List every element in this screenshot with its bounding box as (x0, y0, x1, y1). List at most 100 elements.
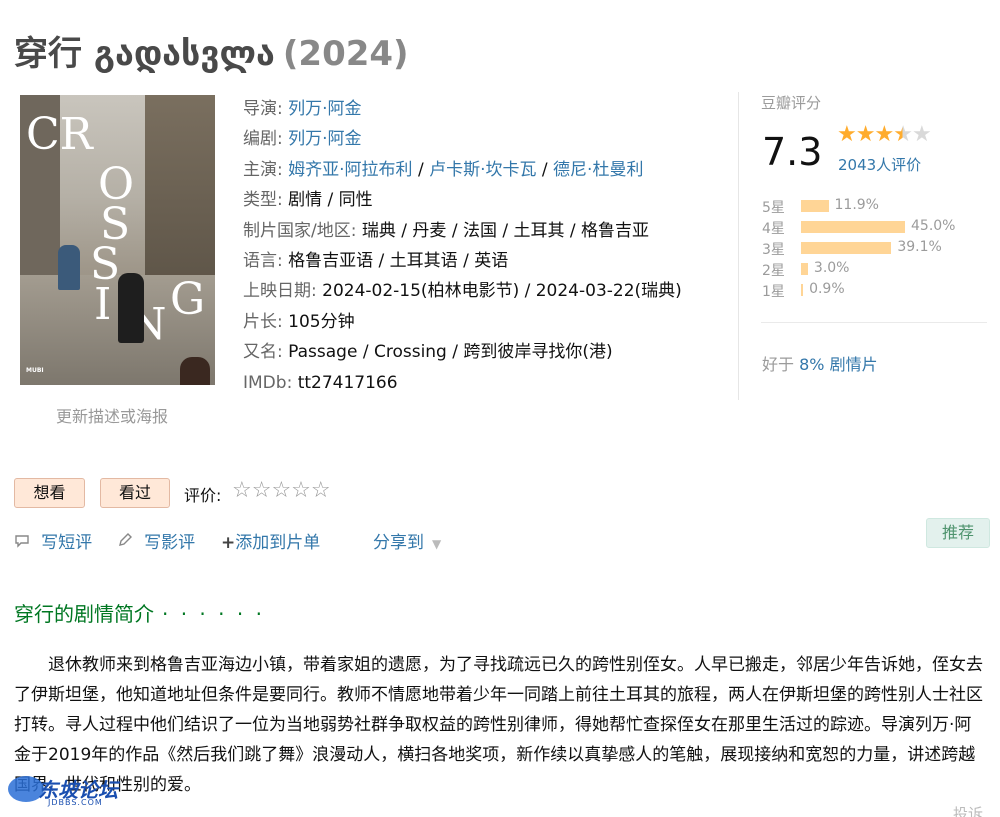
short-review-action[interactable]: 写短评 (14, 528, 92, 553)
share-link[interactable]: 分享到 (373, 533, 424, 553)
better-than-prefix: 好于 (762, 355, 800, 374)
aka-value: Passage / Crossing / 跨到彼岸寻找你(港) (288, 342, 613, 363)
rating-count-link[interactable]: 2043人评价 (838, 154, 921, 175)
histogram-label: 5星 (762, 200, 785, 216)
cast-separator: / (412, 159, 430, 180)
cast-separator: / (536, 159, 554, 180)
plus-icon: + (221, 533, 236, 553)
info-writer: 编剧: 列万·阿金 (243, 124, 738, 154)
rating-label: 豆瓣评分 (761, 94, 822, 112)
review-action[interactable]: 写影评 (117, 528, 195, 553)
better-than: 好于 8% 剧情片 (762, 351, 878, 375)
histogram-percent: 0.9% (809, 281, 845, 297)
add-to-list-link[interactable]: 添加到片单 (235, 533, 320, 553)
histogram-percent: 45.0% (911, 218, 956, 234)
rating-stars: ★★★★★ (837, 122, 932, 147)
cast-link-3[interactable]: 德尼·杜曼利 (553, 160, 643, 180)
histogram-label: 1星 (762, 284, 785, 300)
release-value: 2024-02-15(柏林电影节) / 2024-03-22(瑞典) (322, 281, 682, 302)
histogram-row-3: 3星 39.1% (762, 238, 962, 259)
language-value: 格鲁吉亚语 / 土耳其语 / 英语 (288, 251, 509, 272)
info-language: 语言: 格鲁吉亚语 / 土耳其语 / 英语 (243, 246, 738, 276)
histogram-percent: 3.0% (813, 260, 850, 276)
histogram-percent: 11.9% (834, 197, 879, 213)
update-poster-link[interactable]: 更新描述或海报 (56, 403, 168, 427)
want-to-watch-button[interactable]: 想看 (14, 478, 85, 508)
poster-building-right (145, 95, 215, 285)
info-country: 制片国家/地区: 瑞典 / 丹麦 / 法国 / 土耳其 / 格鲁吉亚 (243, 216, 738, 246)
movie-title: 穿行 გადასვლა (14, 34, 275, 74)
synopsis-dots: · · · · · · (162, 602, 265, 626)
star-empty-icon: ★ (911, 122, 932, 147)
histogram-bar (801, 242, 892, 254)
runtime-label: 片长: (243, 311, 283, 332)
country-value: 瑞典 / 丹麦 / 法国 / 土耳其 / 格鲁吉亚 (361, 220, 650, 241)
recommend-button[interactable]: 推荐 (926, 518, 990, 548)
runtime-value: 105分钟 (288, 311, 355, 332)
histogram-label: 4星 (762, 221, 785, 237)
synopsis-title: 穿行的剧情简介 (14, 602, 154, 626)
rate-stars-input[interactable]: ☆☆☆☆☆ (232, 478, 331, 503)
info-genre: 类型: 剧情 / 同性 (243, 185, 738, 215)
cast-link-2[interactable]: 卢卡斯·坎卡瓦 (429, 160, 536, 180)
info-imdb: IMDb: tt27417166 (243, 368, 738, 398)
star-full-icon: ★ (874, 122, 894, 147)
page-title: 穿行 გადასვლა (2024) (14, 26, 409, 75)
imdb-value: tt27417166 (297, 372, 398, 393)
histogram-label: 2星 (762, 263, 785, 279)
caret-down-icon: ▼ (432, 537, 442, 551)
poster-figure-woman (118, 273, 144, 343)
info-director: 导演: 列万·阿金 (243, 94, 738, 124)
rating-histogram: 5星 11.9% 4星 45.0% 3星 39.1% 2星 3.0% 1星 0.9% (762, 196, 962, 301)
histogram-row-1: 1星 0.9% (762, 280, 962, 301)
info-aka: 又名: Passage / Crossing / 跨到彼岸寻找你(港) (243, 337, 738, 367)
site-watermark: 东坡论坛 JDBBS.COM (8, 772, 132, 812)
watermark-subtext: JDBBS.COM (48, 798, 103, 807)
writer-link[interactable]: 列万·阿金 (288, 129, 361, 149)
histogram-row-5: 5星 11.9% (762, 196, 962, 217)
country-label: 制片国家/地区: (243, 220, 357, 241)
histogram-bar (801, 263, 808, 275)
info-release: 上映日期: 2024-02-15(柏林电影节) / 2024-03-22(瑞典) (243, 276, 738, 306)
imdb-label: IMDb: (243, 372, 293, 393)
movie-info: 导演: 列万·阿金 编剧: 列万·阿金 主演: 姆齐亚·阿拉布利 / 卢卡斯·坎… (243, 94, 738, 398)
release-label: 上映日期: (243, 281, 317, 302)
histogram-percent: 39.1% (897, 239, 942, 255)
better-than-link[interactable]: 8% 剧情片 (799, 355, 877, 374)
pencil-icon (117, 533, 138, 552)
review-link[interactable]: 写影评 (144, 533, 195, 553)
histogram-label: 3星 (762, 242, 785, 258)
poster-title-letters-7: G (170, 274, 206, 325)
director-link[interactable]: 列万·阿金 (288, 99, 361, 119)
report-link[interactable]: 投诉 (953, 803, 983, 817)
short-review-link[interactable]: 写短评 (41, 533, 92, 553)
poster-figure-boy (58, 245, 80, 290)
poster-studio-logo: MUBI (26, 367, 44, 374)
synopsis-text: 退休教师来到格鲁吉亚海边小镇，带着家姐的遗愿，为了寻找疏远已久的跨性别侄女。人早… (14, 655, 983, 795)
histogram-bar (801, 284, 804, 296)
poster-title-letters-5: I (94, 279, 112, 330)
rating-score: 7.3 (762, 130, 823, 174)
aka-label: 又名: (243, 342, 283, 363)
share-action[interactable]: 分享到 ▼ (373, 528, 441, 553)
rating-panel: 豆瓣评分 7.3 ★★★★★ 2043人评价 5星 11.9% 4星 45.0% 3… (738, 92, 987, 400)
star-full-icon: ★ (855, 122, 876, 147)
speech-bubble-icon (14, 533, 35, 552)
movie-poster[interactable]: CR O S S I N G MUBI (20, 95, 215, 385)
watched-button[interactable]: 看过 (100, 478, 170, 508)
star-full-icon: ★ (837, 122, 857, 147)
director-label: 导演: (243, 99, 283, 119)
add-to-list-action[interactable]: +添加到片单 (221, 528, 320, 553)
poster-title-letters-1: CR (26, 109, 93, 160)
cast-link-1[interactable]: 姆齐亚·阿拉布利 (288, 160, 412, 180)
histogram-bar (801, 221, 905, 233)
genre-label: 类型: (243, 190, 283, 211)
cast-label: 主演: (243, 159, 283, 180)
rating-divider (761, 322, 987, 323)
histogram-row-4: 4星 45.0% (762, 217, 962, 238)
info-cast: 主演: 姆齐亚·阿拉布利 / 卢卡斯·坎卡瓦 / 德尼·杜曼利 (243, 155, 738, 185)
writer-label: 编剧: (243, 129, 283, 150)
synopsis-heading: 穿行的剧情简介 · · · · · · (14, 598, 265, 627)
poster-figure-walker (180, 357, 210, 385)
star-half-icon: ★ (893, 122, 913, 147)
